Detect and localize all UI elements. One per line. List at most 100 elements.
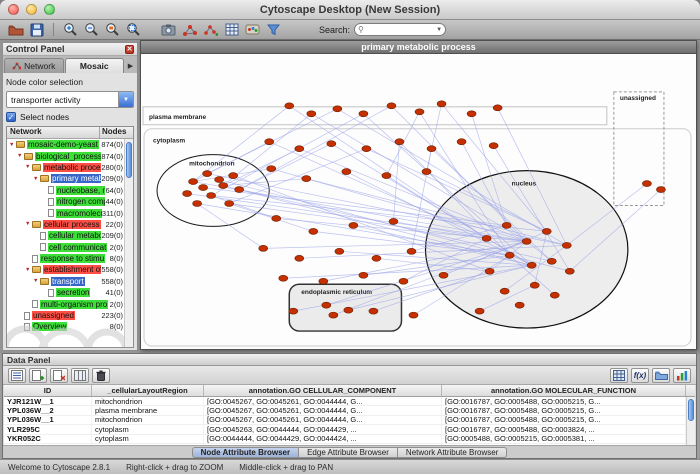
network-node[interactable] bbox=[656, 187, 665, 193]
tree-scrollbar-thumb[interactable] bbox=[126, 142, 132, 178]
column-header[interactable]: _cellularLayoutRegion bbox=[92, 385, 204, 396]
tree-header-nodes[interactable]: Nodes bbox=[100, 127, 133, 138]
zoom-out-button[interactable] bbox=[82, 21, 101, 38]
column-header[interactable]: annotation.GO CELLULAR_COMPONENT bbox=[204, 385, 442, 396]
table-scrollbar[interactable] bbox=[686, 397, 695, 445]
tree-item-biological-process[interactable]: ▼biological_process874(0) bbox=[7, 150, 124, 161]
tree-item-establishment-of-lo[interactable]: ▼establishment of lo558(0) bbox=[7, 264, 124, 275]
tab-network[interactable]: Network bbox=[4, 58, 64, 73]
network-node[interactable] bbox=[399, 278, 408, 284]
network-node[interactable] bbox=[333, 106, 342, 112]
tree-item-cellular-process[interactable]: ▼cellular process22(0) bbox=[7, 219, 124, 230]
tree-expander-icon[interactable]: ▼ bbox=[33, 176, 40, 182]
network-node[interactable] bbox=[372, 255, 381, 261]
network-node[interactable] bbox=[565, 268, 574, 274]
network-node[interactable] bbox=[437, 101, 446, 107]
network-node[interactable] bbox=[309, 228, 318, 234]
tree-expander-icon[interactable]: ▼ bbox=[9, 142, 16, 148]
table-row[interactable]: YDR039C__1mitochondrion[GO:0045267, GO:0… bbox=[4, 444, 686, 445]
network-view-button[interactable] bbox=[180, 21, 199, 38]
network-node[interactable] bbox=[327, 141, 336, 147]
tree-item-metabolic-process[interactable]: ▼metabolic process280(0) bbox=[7, 162, 124, 173]
network-view-title[interactable]: primary metabolic process bbox=[141, 41, 696, 54]
network-node[interactable] bbox=[359, 272, 368, 278]
tree-item-macromolecule[interactable]: macromolecule311(0) bbox=[7, 207, 124, 218]
chart-button[interactable] bbox=[673, 368, 691, 383]
tree-item-transport[interactable]: ▼transport558(0) bbox=[7, 276, 124, 287]
tree-expander-icon[interactable]: ▼ bbox=[17, 153, 24, 159]
tree-item-nitrogen-compou[interactable]: nitrogen compou44(0) bbox=[7, 196, 124, 207]
network-node[interactable] bbox=[183, 191, 192, 197]
zoom-window-button[interactable] bbox=[44, 4, 55, 15]
network-node[interactable] bbox=[215, 177, 224, 183]
network-node[interactable] bbox=[642, 181, 651, 187]
matrix-view-button[interactable] bbox=[610, 368, 628, 383]
tree-expander-icon[interactable]: ▼ bbox=[33, 278, 40, 284]
table-row[interactable]: YKR052Ccytoplasm[GO:0044444, GO:0044429,… bbox=[4, 435, 686, 444]
network-node[interactable] bbox=[225, 201, 234, 207]
network-node[interactable] bbox=[265, 139, 274, 145]
network-node[interactable] bbox=[542, 228, 551, 234]
network-node[interactable] bbox=[295, 255, 304, 261]
network-node[interactable] bbox=[359, 111, 368, 117]
network-node[interactable] bbox=[189, 179, 198, 185]
network-node[interactable] bbox=[344, 307, 353, 313]
network-node[interactable] bbox=[219, 183, 228, 189]
trash-button[interactable] bbox=[92, 368, 110, 383]
network-node[interactable] bbox=[259, 245, 268, 251]
network-node[interactable] bbox=[285, 103, 294, 109]
network-node[interactable] bbox=[475, 308, 484, 314]
network-node[interactable] bbox=[199, 185, 208, 191]
network-node[interactable] bbox=[467, 111, 476, 117]
tree-expander-icon[interactable]: ▼ bbox=[25, 164, 32, 170]
network-node[interactable] bbox=[203, 171, 212, 177]
tree-item-cellular-metabol[interactable]: cellular metabol209(0) bbox=[7, 230, 124, 241]
tree-expander-icon[interactable]: ▼ bbox=[25, 221, 32, 227]
vizmapper-button[interactable] bbox=[243, 21, 262, 38]
tree-expander-icon[interactable]: ▼ bbox=[25, 267, 32, 273]
network-node[interactable] bbox=[562, 242, 571, 248]
tree-item-response-to-stimu[interactable]: response to stimu8(0) bbox=[7, 253, 124, 264]
select-dropdown-arrow-icon[interactable]: ▼ bbox=[118, 92, 133, 107]
tree-scrollbar[interactable] bbox=[124, 139, 133, 347]
tab-node-attribute-browser[interactable]: Node Attribute Browser bbox=[192, 447, 300, 458]
network-node[interactable] bbox=[389, 218, 398, 224]
network-node[interactable] bbox=[279, 275, 288, 281]
network-node[interactable] bbox=[382, 173, 391, 179]
network-node[interactable] bbox=[267, 166, 276, 172]
network-node[interactable] bbox=[409, 312, 418, 318]
tree-header-network[interactable]: Network bbox=[7, 127, 100, 138]
network-node[interactable] bbox=[387, 103, 396, 109]
close-window-button[interactable] bbox=[8, 4, 19, 15]
network-node[interactable] bbox=[295, 146, 304, 152]
network-node[interactable] bbox=[322, 302, 331, 308]
table-row[interactable]: YLR295Ccytoplasm[GO:0045263, GO:0044444,… bbox=[4, 425, 686, 434]
network-node[interactable] bbox=[489, 143, 498, 149]
select-nodes-checkbox[interactable]: ✓ bbox=[6, 112, 16, 122]
network-node[interactable] bbox=[342, 169, 351, 175]
save-session-button[interactable] bbox=[27, 21, 46, 38]
network-node[interactable] bbox=[505, 252, 514, 258]
network-node[interactable] bbox=[530, 282, 539, 288]
network-node[interactable] bbox=[302, 176, 311, 182]
delete-attribute-button[interactable] bbox=[50, 368, 68, 383]
filter-button[interactable] bbox=[264, 21, 283, 38]
table-row[interactable]: YPL036W__2plasma membrane[GO:0045267, GO… bbox=[4, 406, 686, 415]
zoom-selected-button[interactable] bbox=[103, 21, 122, 38]
grid-view-button[interactable] bbox=[222, 21, 241, 38]
node-color-select[interactable]: transporter activity ▼ bbox=[6, 91, 134, 108]
tab-scroll-right-icon[interactable]: ▶ bbox=[125, 58, 136, 73]
network-node[interactable] bbox=[522, 238, 531, 244]
network-node[interactable] bbox=[235, 187, 244, 193]
network-node[interactable] bbox=[439, 272, 448, 278]
network-canvas[interactable]: plasma membranecytoplasmmitochondrionnuc… bbox=[141, 54, 696, 349]
import-attributes-button[interactable] bbox=[652, 368, 670, 383]
network-node[interactable] bbox=[307, 111, 316, 117]
network-node[interactable] bbox=[193, 201, 202, 207]
network-node[interactable] bbox=[422, 169, 431, 175]
network-node[interactable] bbox=[229, 173, 238, 179]
search-input[interactable] bbox=[366, 24, 434, 35]
network-node[interactable] bbox=[369, 308, 378, 314]
network-node[interactable] bbox=[457, 139, 466, 145]
tab-edge-attribute-browser[interactable]: Edge Attribute Browser bbox=[299, 447, 398, 458]
